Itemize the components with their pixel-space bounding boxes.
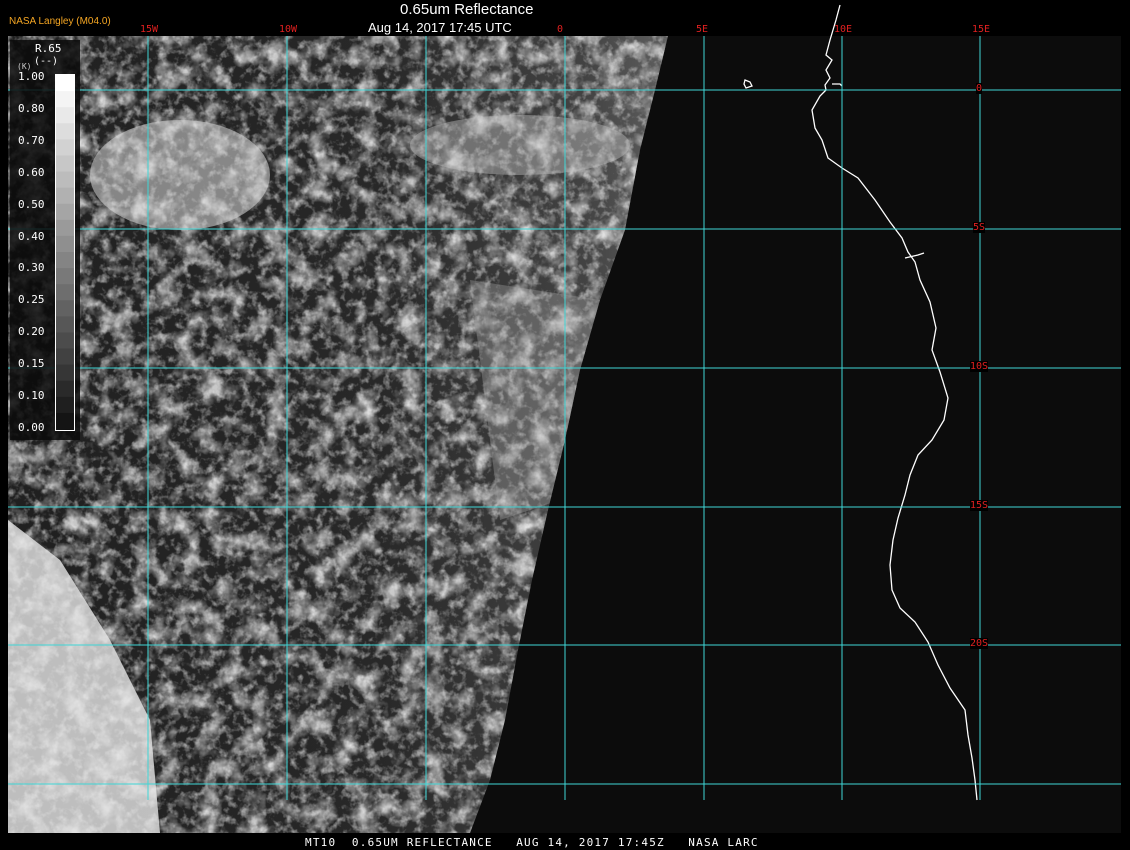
colorbar-tick-label: 0.50	[18, 197, 45, 211]
colorbar-step	[56, 91, 74, 108]
colorbar-step	[56, 396, 74, 414]
colorbar-tick-label: 0.60	[18, 165, 45, 179]
colorbar-step	[56, 203, 74, 221]
colorbar-step	[56, 75, 74, 92]
colorbar-title: R.65	[35, 42, 62, 55]
colorbar-step	[56, 300, 74, 317]
footer-caption: MT10 0.65UM REFLECTANCE AUG 14, 2017 17:…	[305, 836, 759, 849]
latitude-label: 20S	[970, 638, 989, 649]
colorbar-step	[56, 316, 74, 333]
brand-label: NASA Langley (M04.0)	[9, 16, 111, 27]
latitude-label: 15S	[970, 500, 989, 511]
colorbar-tick-label: 0.10	[18, 389, 45, 402]
colorbar-scale	[55, 74, 75, 431]
colorbar-step	[56, 139, 74, 156]
longitude-label: 15W	[140, 24, 159, 35]
satellite-image-viewer: 0.65um Reflectance Aug 14, 2017 17:45 UT…	[0, 0, 1130, 850]
colorbar-step	[56, 332, 74, 350]
map-title: 0.65um Reflectance	[400, 1, 534, 18]
colorbar-step	[56, 155, 74, 173]
colorbar-tick-label: 0.40	[18, 229, 45, 243]
colorbar-tick-label: 0.70	[18, 133, 45, 147]
longitude-label: 10E	[834, 24, 853, 35]
colorbar-step	[56, 284, 74, 301]
colorbar-tick-label: 0.15	[18, 357, 45, 371]
colorbar-step	[56, 364, 74, 382]
latitude-label: 0	[976, 83, 983, 94]
colorbar-tick-label: 0.20	[18, 325, 45, 339]
colorbar-step	[56, 123, 74, 140]
colorbar-tick-label: 0.25	[18, 293, 45, 307]
colorbar-step	[56, 380, 74, 398]
satellite-map	[8, 4, 1121, 833]
colorbar-tick-label: 0.00	[18, 420, 45, 434]
colorbar-tick-label: 0.30	[18, 261, 45, 275]
colorbar-step	[56, 107, 74, 124]
colorbar-step	[56, 348, 74, 366]
colorbar-step	[56, 235, 74, 253]
longitude-label: 0	[557, 24, 564, 35]
colorbar-tick-label: 1.00	[18, 70, 45, 83]
longitude-label: 5E	[696, 24, 709, 35]
map-timestamp: Aug 14, 2017 17:45 UTC	[368, 20, 512, 35]
longitude-label: 10W	[279, 24, 298, 35]
colorbar-step	[56, 219, 74, 237]
latitude-label: 5S	[973, 222, 986, 233]
colorbar-step	[56, 187, 74, 205]
colorbar-step	[56, 412, 74, 430]
colorbar-step	[56, 171, 74, 189]
colorbar-step	[56, 252, 74, 269]
colorbar-step	[56, 268, 74, 285]
longitude-label: 15E	[972, 24, 991, 35]
latitude-label: 10S	[970, 361, 989, 372]
colorbar-units: (--)	[34, 56, 59, 67]
colorbar-tick-label: 0.80	[18, 101, 45, 115]
